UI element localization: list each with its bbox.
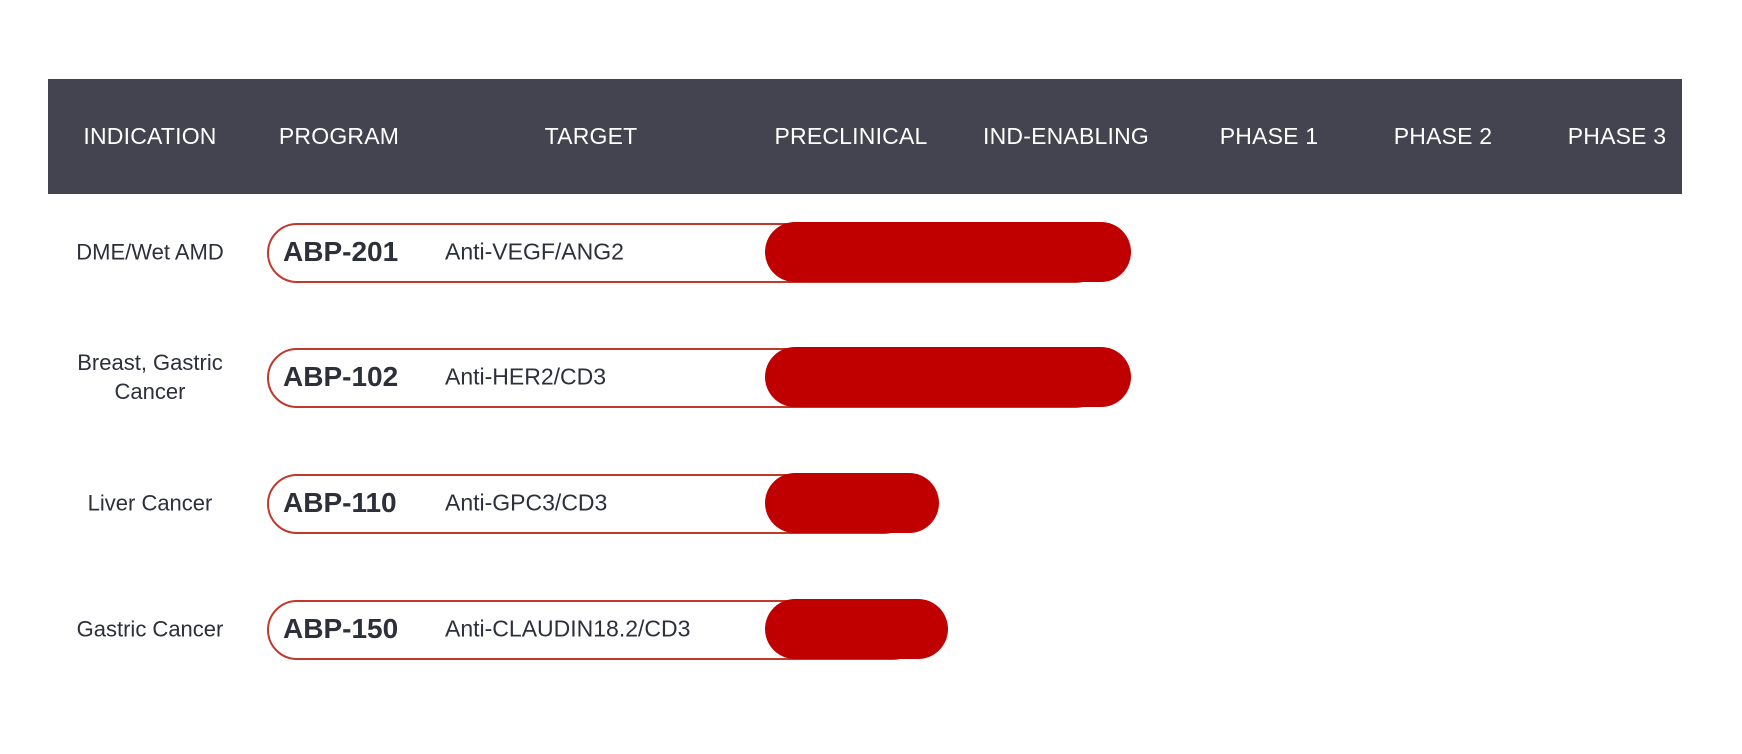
indication-label: DME/Wet AMD: [76, 239, 224, 265]
pipeline-row: DME/Wet AMD ABP-201 Anti-VEGF/ANG2: [0, 222, 1742, 283]
header-target: TARGET: [544, 123, 638, 149]
header-ind-enabling: IND-ENABLING: [983, 123, 1149, 149]
header-phase-3: PHASE 3: [1567, 123, 1667, 149]
indication-label: Gastric Cancer: [76, 616, 224, 642]
pipeline-row: Liver Cancer ABP-110 Anti-GPC3/CD3: [0, 473, 1742, 534]
program-name: ABP-110: [283, 487, 397, 518]
progress-bar-fill: [765, 222, 1131, 282]
program-name: ABP-150: [283, 613, 399, 644]
target-label: Anti-VEGF/ANG2: [445, 238, 624, 265]
target-label: Anti-HER2/CD3: [445, 363, 607, 390]
program-name: ABP-102: [283, 361, 399, 392]
progress-bar-fill: [765, 347, 1131, 407]
progress-bar-fill: [765, 599, 948, 659]
indication-label: Breast, Gastric Cancer: [77, 350, 223, 404]
header-phase-1: PHASE 1: [1219, 123, 1319, 149]
pipeline-row: Breast, Gastric Cancer ABP-102 Anti-HER2…: [0, 347, 1742, 408]
target-label: Anti-CLAUDIN18.2/CD3: [445, 615, 691, 642]
program-name: ABP-201: [283, 236, 399, 267]
header-program: PROGRAM: [278, 123, 400, 149]
indication-label: Liver Cancer: [87, 490, 213, 516]
progress-bar-fill: [765, 473, 939, 533]
pipeline-row: Gastric Cancer ABP-150 Anti-CLAUDIN18.2/…: [0, 599, 1742, 660]
header-preclinical: PRECLINICAL: [774, 123, 928, 149]
pipeline-header: INDICATION PROGRAM TARGET PRECLINICAL IN…: [48, 79, 1682, 194]
header-phase-2: PHASE 2: [1393, 123, 1493, 149]
target-label: Anti-GPC3/CD3: [445, 489, 608, 516]
header-indication: INDICATION: [83, 123, 217, 149]
